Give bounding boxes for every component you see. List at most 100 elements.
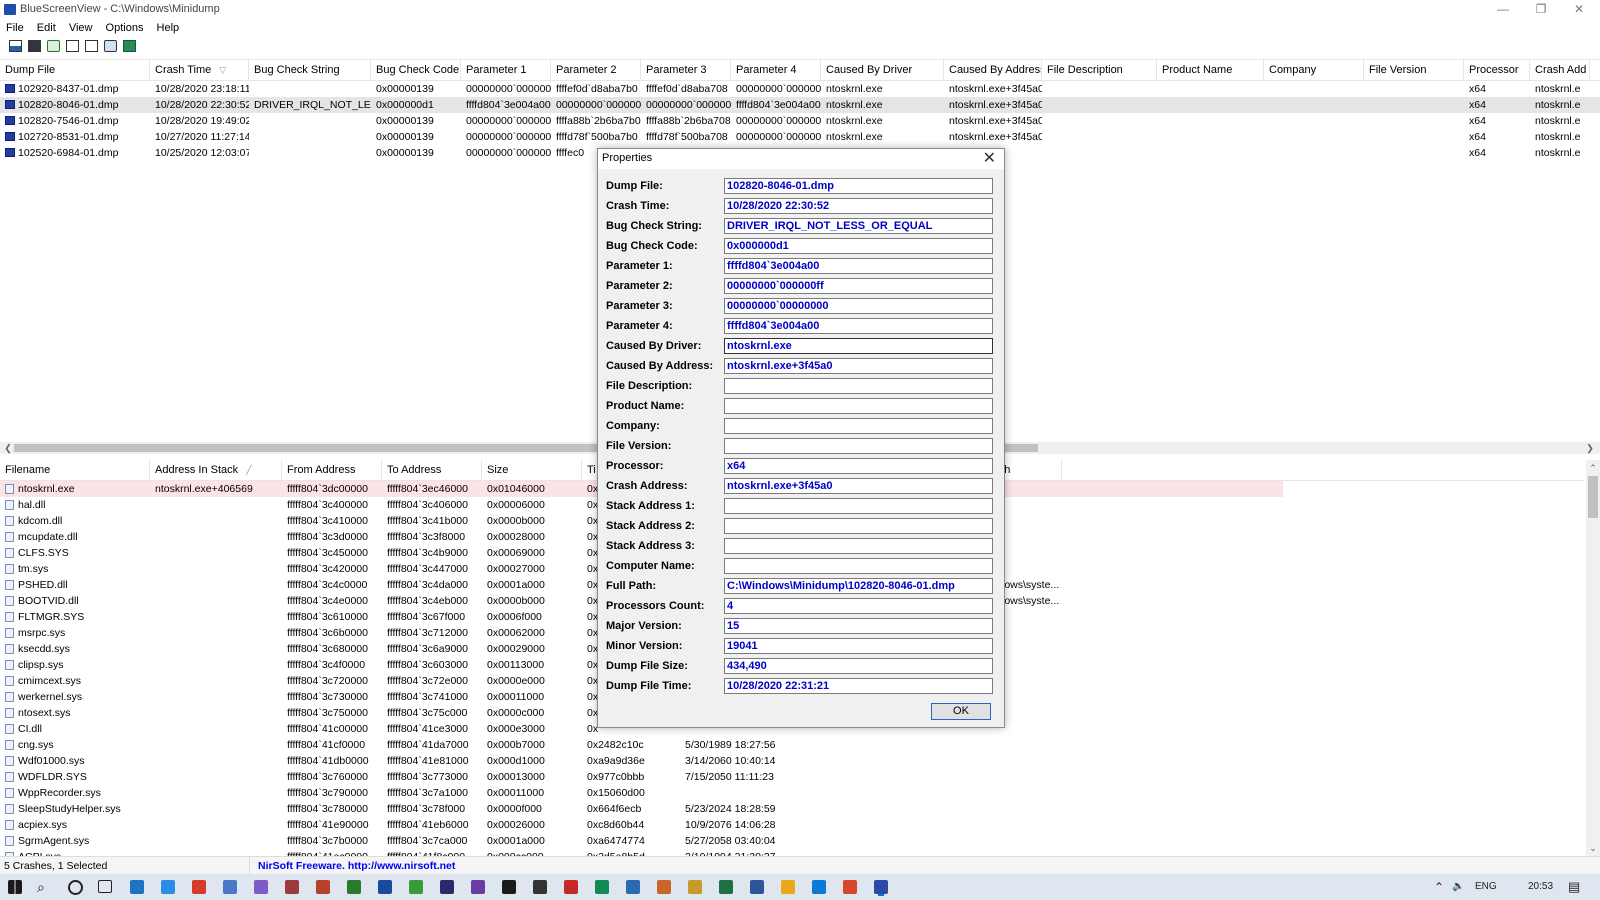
taskbar-app-icon[interactable] [533,880,547,894]
nirsoft-link[interactable]: NirSoft Freeware. http://www.nirsoft.net [254,857,554,875]
property-value-field[interactable] [724,558,993,574]
column-header[interactable]: Bug Check Code [371,60,461,80]
column-header[interactable]: Filename [0,460,150,480]
column-header[interactable]: Parameter 1 [461,60,551,80]
taskbar-app-icon[interactable] [564,880,578,894]
property-value-field[interactable] [724,518,993,534]
copy-icon[interactable] [66,40,79,52]
driver-row[interactable]: Wdf01000.sys fffff804`41db0000 fffff804`41… [0,753,1584,769]
driver-row[interactable]: ACPI.sys fffff804`41ec0000fffff804`41f8c0… [0,849,1584,856]
column-header[interactable]: Company [1264,60,1364,80]
menu-options[interactable]: Options [102,20,148,36]
scroll-left-icon[interactable]: ❮ [2,442,14,454]
driver-row[interactable]: WDFLDR.SYS fffff804`3c760000 fffff804`3c77… [0,769,1584,785]
taskbar-app-icon[interactable] [285,880,299,894]
find-icon[interactable] [104,40,117,52]
export-icon[interactable] [9,40,22,52]
column-header[interactable]: Crash Time ▽ [150,60,249,80]
property-value-field[interactable]: ntoskrnl.exe+3f45a0 [724,478,993,494]
property-value-field[interactable]: ffffd804`3e004a00 [724,258,993,274]
property-value-field[interactable] [724,378,993,394]
scroll-down-icon[interactable]: ⌄ [1587,842,1599,854]
scroll-up-icon[interactable]: ⌃ [1587,462,1599,474]
crash-row[interactable]: 102820-7546-01.dmp 10/28/2020 19:49:02 0x0… [0,113,1600,129]
driver-row[interactable]: SgrmAgent.sys fffff804`3c7b0000 fffff804`3… [0,833,1584,849]
column-header[interactable]: Caused By Driver [821,60,944,80]
column-header[interactable]: From Address [282,460,382,480]
property-value-field[interactable]: 4 [724,598,993,614]
taskbar-app-icon[interactable] [440,880,454,894]
taskbar-app-icon[interactable] [223,880,237,894]
close-window-button[interactable]: ✕ [1560,0,1598,20]
property-value-field[interactable]: x64 [724,458,993,474]
taskbar-app-icon[interactable] [626,880,640,894]
taskbar-app-icon[interactable] [254,880,268,894]
property-value-field[interactable] [724,398,993,414]
property-value-field[interactable]: 102820-8046-01.dmp [724,178,993,194]
property-value-field[interactable]: ntoskrnl.exe [724,338,993,354]
minimize-button[interactable]: — [1484,0,1522,20]
property-value-field[interactable]: ffffd804`3e004a00 [724,318,993,334]
property-value-field[interactable] [724,498,993,514]
column-header[interactable]: To Address [382,460,482,480]
exit-icon[interactable] [123,40,136,52]
column-header[interactable]: Processor [1464,60,1530,80]
taskbar-app-icon[interactable] [192,880,206,894]
taskbar-app-icon[interactable] [471,880,485,894]
search-icon[interactable]: ⌕ [37,874,45,900]
taskbar-app-icon[interactable] [812,880,826,894]
property-value-field[interactable]: DRIVER_IRQL_NOT_LESS_OR_EQUAL [724,218,993,234]
vertical-scroll-thumb[interactable] [1588,476,1598,518]
property-value-field[interactable]: 00000000`000000ff [724,278,993,294]
column-header[interactable]: Product Name [1157,60,1264,80]
taskbar-app-icon[interactable] [502,880,516,894]
property-value-field[interactable]: 10/28/2020 22:31:21 [724,678,993,694]
taskbar-app-icon[interactable] [130,880,144,894]
taskbar-app-icon[interactable] [750,880,764,894]
property-value-field[interactable] [724,418,993,434]
task-view-icon[interactable] [98,880,112,893]
restore-button[interactable]: ❐ [1522,0,1560,20]
column-header[interactable]: Bug Check String [249,60,371,80]
notification-icon[interactable]: ▤ [1568,874,1580,900]
crash-row[interactable]: 102920-8437-01.dmp 10/28/2020 23:18:11 0x0… [0,81,1600,97]
column-header[interactable]: File Description [1042,60,1157,80]
taskbar-app-icon[interactable] [161,880,175,894]
crash-row[interactable]: 102820-8046-01.dmp 10/28/2020 22:30:52 DRI… [0,97,1600,113]
column-header[interactable]: Caused By Address [944,60,1042,80]
taskbar-app-icon[interactable] [719,880,733,894]
column-header[interactable]: Parameter 2 [551,60,641,80]
property-value-field[interactable]: 10/28/2020 22:30:52 [724,198,993,214]
property-value-field[interactable] [724,538,993,554]
property-value-field[interactable]: 0x000000d1 [724,238,993,254]
crash-row[interactable]: 102720-8531-01.dmp 10/27/2020 11:27:14 0x0… [0,129,1600,145]
volume-icon[interactable]: 🔈 [1452,874,1464,900]
driver-row[interactable]: WppRecorder.sys fffff804`3c790000 fffff804… [0,785,1584,801]
driver-list-vertical-scrollbar[interactable]: ⌃ ⌄ [1586,460,1600,856]
taskbar-app-icon[interactable] [657,880,671,894]
property-value-field[interactable] [724,438,993,454]
taskbar-app-icon[interactable] [347,880,361,894]
driver-row[interactable]: SleepStudyHelper.sys fffff804`3c780000 fff… [0,801,1584,817]
taskbar-app-icon[interactable] [843,880,857,894]
refresh-icon[interactable] [47,40,60,52]
driver-row[interactable]: acpiex.sys fffff804`41e90000 fffff804`41eb… [0,817,1584,833]
driver-row[interactable]: cng.sys fffff804`41cf0000 fffff804`41da700… [0,737,1584,753]
taskbar-app-icon[interactable] [409,880,423,894]
column-header[interactable]: Dump File [0,60,150,80]
taskbar-app-icon[interactable] [595,880,609,894]
menu-edit[interactable]: Edit [33,20,60,36]
column-header[interactable]: Size [482,460,582,480]
menu-view[interactable]: View [65,20,97,36]
scroll-right-icon[interactable]: ❯ [1584,442,1596,454]
property-value-field[interactable]: C:\Windows\Minidump\102820-8046-01.dmp [724,578,993,594]
property-value-field[interactable]: 19041 [724,638,993,654]
taskbar-app-icon[interactable] [781,880,795,894]
taskbar-app-icon[interactable] [316,880,330,894]
column-header[interactable]: Crash Add [1530,60,1590,80]
column-header[interactable]: Parameter 4 [731,60,821,80]
taskbar-app-icon[interactable] [688,880,702,894]
windows-start-icon[interactable] [8,880,22,894]
properties-icon[interactable] [85,40,98,52]
taskbar-app-icon[interactable] [378,880,392,894]
